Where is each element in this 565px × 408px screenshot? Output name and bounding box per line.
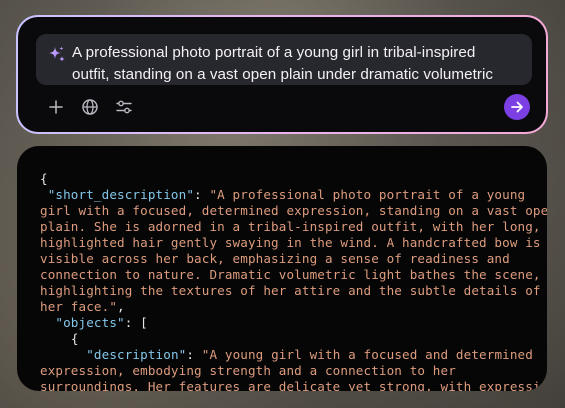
json-string: "A young girl with a focused and determi…	[201, 347, 533, 362]
json-string: visible across her back, emphasizing a s…	[40, 251, 510, 266]
json-string: connection to nature. Dramatic volumetri…	[40, 267, 541, 282]
object-open: {	[70, 331, 79, 346]
json-string: her face."	[40, 299, 118, 314]
send-button[interactable]	[504, 94, 530, 120]
json-key: "objects"	[55, 315, 125, 330]
plus-icon	[49, 100, 63, 114]
prompt-line: A professional photo portrait of a young…	[72, 44, 476, 61]
json-string: surroundings. Her features are delicate …	[40, 379, 547, 391]
json-string: highlighting the textures of her attire …	[40, 283, 541, 298]
prompt-composer-inner: A professional photo portrait of a young…	[18, 17, 546, 132]
json-string: highlighted hair gently swaying in the w…	[40, 235, 541, 250]
prompt-composer: A professional photo portrait of a young…	[16, 15, 548, 134]
json-key: "description"	[86, 347, 187, 362]
array-open: [	[140, 315, 148, 330]
prompt-input[interactable]: A professional photo portrait of a young…	[36, 34, 532, 85]
json-output-panel: { "short_description": "A professional p…	[17, 146, 547, 391]
prompt-text: A professional photo portrait of a young…	[72, 42, 520, 86]
prompt-line: outfit, standing on a vast open plain un…	[72, 66, 494, 83]
settings-button[interactable]	[114, 97, 134, 117]
json-string: expression, embodying strength and a con…	[40, 363, 456, 378]
json-string: "A professional photo portrait of a youn…	[209, 187, 526, 202]
arrow-right-icon	[511, 101, 523, 113]
sparkle-icon	[49, 46, 65, 62]
add-button[interactable]	[46, 97, 66, 117]
json-key: "short_description"	[47, 187, 195, 202]
sliders-icon	[116, 100, 132, 114]
web-search-button[interactable]	[80, 97, 100, 117]
json-string: plain. She is adorned in a tribal-inspir…	[40, 219, 541, 234]
open-brace: {	[40, 171, 48, 186]
json-output-code: { "short_description": "A professional p…	[17, 146, 547, 391]
json-string: girl with a focused, determined expressi…	[40, 203, 547, 218]
globe-icon	[82, 99, 98, 115]
